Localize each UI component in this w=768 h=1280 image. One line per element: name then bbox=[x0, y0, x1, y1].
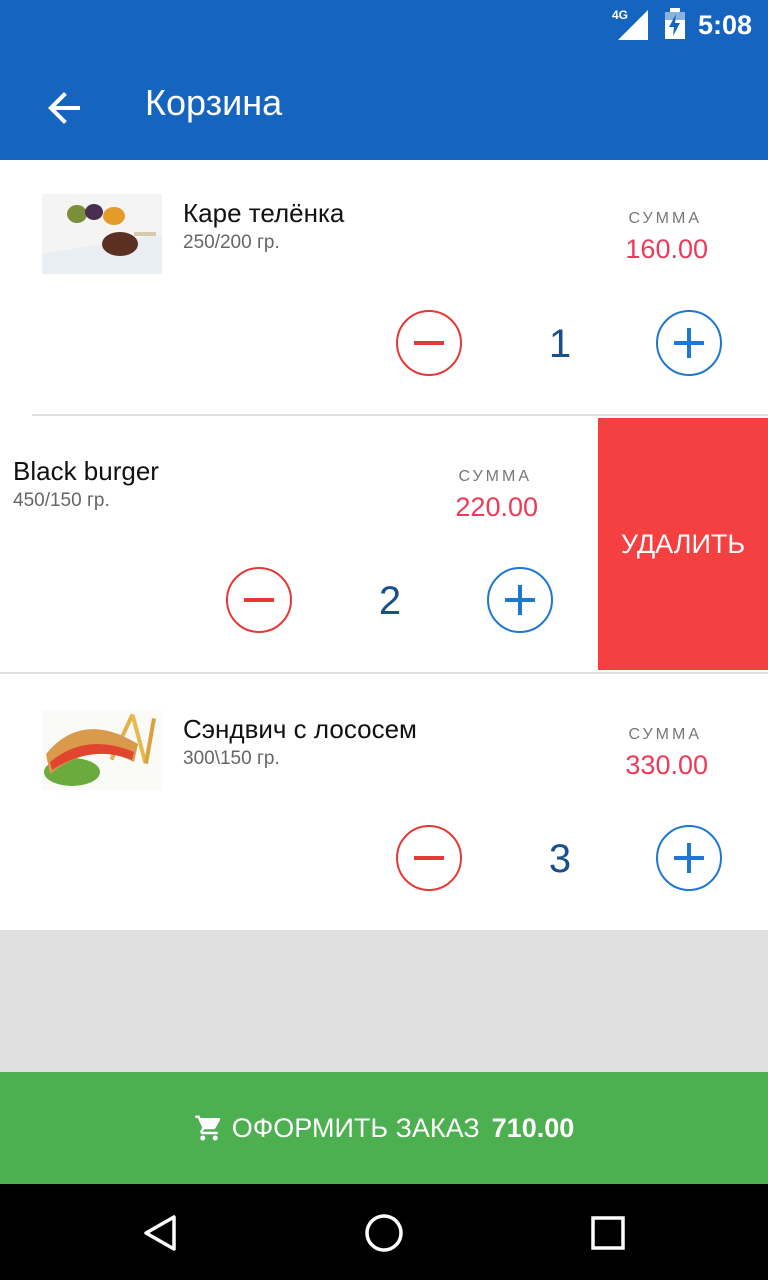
product-image bbox=[42, 194, 162, 274]
quantity: 3 bbox=[548, 837, 572, 881]
increase-button[interactable] bbox=[487, 567, 553, 633]
item-weight: 450/150 гр. bbox=[13, 490, 110, 511]
empty-area bbox=[0, 930, 768, 1072]
battery-icon bbox=[665, 8, 685, 39]
item-sum: 160.00 bbox=[625, 234, 708, 264]
quantity: 1 bbox=[548, 322, 572, 366]
sum-label: СУММА bbox=[628, 726, 702, 743]
page-title: Корзина bbox=[145, 82, 283, 123]
minus-icon bbox=[414, 856, 444, 860]
item-name: Сэндвич с лососем bbox=[183, 714, 417, 744]
item-name: Black burger bbox=[13, 456, 159, 486]
item-name: Каре телёнка bbox=[183, 198, 345, 228]
divider bbox=[0, 672, 768, 674]
arrow-back-icon[interactable] bbox=[40, 84, 88, 132]
navigation-bar bbox=[0, 1184, 768, 1280]
app-bar: Корзина bbox=[0, 48, 768, 160]
plus-icon bbox=[674, 328, 704, 358]
decrease-button[interactable] bbox=[396, 310, 462, 376]
decrease-button[interactable] bbox=[226, 567, 292, 633]
cart-item: Сэндвич с лососем 300\150 гр. СУММА 330.… bbox=[0, 676, 768, 930]
minus-icon bbox=[414, 341, 444, 345]
increase-button[interactable] bbox=[656, 310, 722, 376]
item-weight: 300\150 гр. bbox=[183, 748, 280, 769]
signal-icon bbox=[618, 10, 648, 40]
status-bar: 4G 5:08 bbox=[0, 0, 768, 48]
back-nav-icon[interactable] bbox=[142, 1214, 180, 1252]
delete-button[interactable]: УДАЛИТЬ bbox=[598, 418, 768, 670]
plus-icon bbox=[674, 843, 704, 873]
checkout-label: ОФОРМИТЬ ЗАКАЗ bbox=[231, 1112, 480, 1143]
quantity: 2 bbox=[378, 579, 402, 623]
cart-item: Каре телёнка 250/200 гр. СУММА 160.00 1 bbox=[0, 160, 768, 414]
decrease-button[interactable] bbox=[396, 825, 462, 891]
sum-label: СУММА bbox=[458, 468, 532, 485]
increase-button[interactable] bbox=[656, 825, 722, 891]
item-sum: 220.00 bbox=[455, 492, 538, 522]
plus-icon bbox=[505, 585, 535, 615]
item-sum: 330.00 bbox=[625, 750, 708, 780]
clock: 5:08 bbox=[697, 10, 752, 40]
divider bbox=[32, 414, 768, 416]
sum-label: СУММА bbox=[628, 210, 702, 227]
recents-nav-icon[interactable] bbox=[590, 1215, 626, 1251]
product-image bbox=[42, 710, 162, 790]
checkout-button[interactable]: ОФОРМИТЬ ЗАКАЗ 710.00 bbox=[0, 1072, 768, 1184]
item-weight: 250/200 гр. bbox=[183, 232, 280, 253]
cart-icon bbox=[195, 1115, 221, 1141]
minus-icon bbox=[244, 598, 274, 602]
checkout-total: 710.00 bbox=[491, 1112, 575, 1143]
home-nav-icon[interactable] bbox=[364, 1213, 404, 1253]
